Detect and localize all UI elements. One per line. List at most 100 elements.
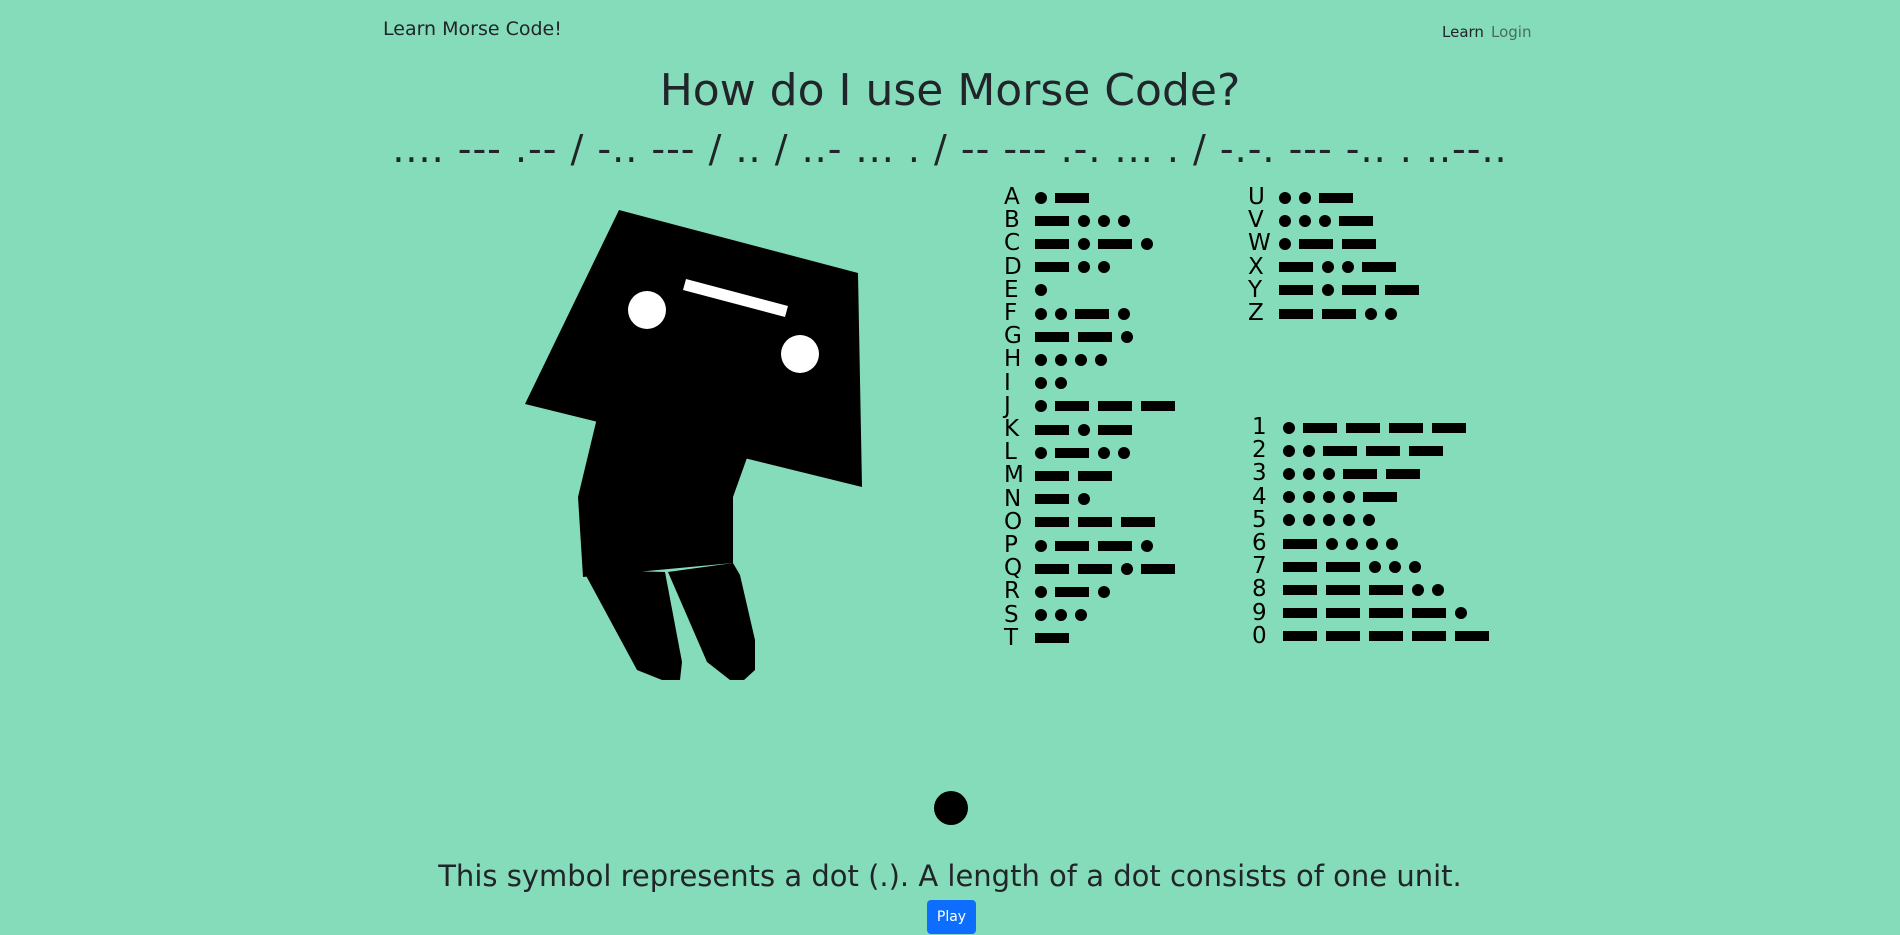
morse-dash [1363,492,1397,503]
morse-char: G [1004,323,1022,350]
morse-code-symbols [1276,261,1402,274]
morse-dash [1299,238,1333,249]
morse-dot [1283,421,1295,434]
morse-row-e: E [1004,276,1052,303]
morse-row-t: T [1004,624,1075,651]
nav-learn-link[interactable]: Learn [1442,23,1484,41]
morse-row-u: U [1248,186,1359,209]
morse-char: J [1004,392,1011,419]
morse-code-symbols [1032,214,1135,227]
morse-dot [1035,191,1047,204]
morse-row-z: Z [1248,302,1402,325]
morse-code-symbols [1032,446,1135,459]
morse-dash [1035,238,1069,249]
morse-code-symbols [1032,307,1135,320]
morse-row-6: 6 [1252,532,1403,555]
morse-dash [1035,517,1069,528]
morse-dot [1279,191,1291,204]
morse-row-9: 9 [1252,601,1472,625]
morse-dot [1035,377,1047,390]
morse-dash [1283,538,1317,549]
morse-dash [1075,308,1109,319]
morse-dot [1323,491,1335,504]
morse-row-8: 8 [1252,578,1449,601]
morse-char: 4 [1252,483,1267,510]
morse-row-b: B [1004,209,1135,232]
morse-dot [1303,514,1315,527]
morse-dot [1365,307,1377,320]
morse-dot [1121,562,1133,575]
mascot-left-eye [628,291,666,329]
morse-dot [1323,467,1335,480]
morse-dot [1322,284,1334,297]
morse-code-symbols [1280,444,1449,457]
morse-dash [1455,631,1489,642]
morse-row-4: 4 [1252,483,1403,510]
morse-char: I [1004,369,1011,396]
page-title-morse: .... --- .-- / -.. --- / .. / ..- ... . … [392,127,1508,171]
page-title: How do I use Morse Code? [659,65,1241,116]
morse-char: W [1248,230,1271,257]
morse-dot [1055,609,1067,622]
morse-row-n: N [1004,485,1095,512]
morse-char: 3 [1252,460,1267,487]
morse-dot [1412,583,1424,596]
morse-dot [1098,261,1110,274]
morse-dot [1455,607,1467,620]
morse-dash [1035,563,1069,574]
morse-dot [1141,237,1153,250]
play-button[interactable]: Play [927,900,976,934]
morse-dot [1118,446,1130,459]
morse-char: 6 [1252,530,1267,556]
morse-dot [1078,423,1090,436]
morse-row-l: L [1004,441,1135,464]
morse-dot [1386,537,1398,550]
morse-dash [1035,424,1069,435]
morse-dash [1326,584,1360,595]
morse-char: E [1004,276,1019,303]
morse-char: T [1004,624,1019,651]
brand-link[interactable]: Learn Morse Code! [383,18,562,40]
morse-char: Z [1248,300,1264,326]
morse-code-symbols [1280,467,1426,480]
morse-dash [1078,563,1112,574]
morse-code-symbols [1032,609,1092,622]
morse-dash [1322,308,1356,319]
morse-dot [1035,353,1047,366]
morse-row-i: I [1004,369,1072,396]
morse-dot [1299,214,1311,227]
morse-dash [1141,563,1175,574]
morse-char: O [1004,508,1023,535]
morse-dash [1369,584,1403,595]
morse-dot [1078,261,1090,274]
morse-dot [1035,585,1047,598]
morse-char: X [1248,253,1264,280]
morse-char: N [1004,485,1022,512]
morse-dot [1098,446,1110,459]
morse-dash [1343,468,1377,479]
morse-dot [1055,353,1067,366]
morse-dash [1035,262,1069,273]
morse-row-w: W [1248,232,1382,255]
morse-row-0: 0 [1252,624,1495,648]
morse-dot [1343,514,1355,527]
morse-dash [1342,238,1376,249]
morse-dot [1035,609,1047,622]
morse-code-symbols [1276,237,1382,250]
morse-row-2: 2 [1252,439,1449,462]
morse-dot [1283,514,1295,527]
morse-row-g: G [1004,325,1138,348]
morse-code-symbols [1032,377,1072,390]
morse-dash [1412,608,1446,619]
morse-dash [1366,445,1400,456]
morse-code-symbols [1032,470,1118,481]
morse-row-7: 7 [1252,555,1426,578]
morse-dash [1035,633,1069,644]
morse-dash [1035,470,1069,481]
nav-login-link[interactable]: Login [1491,23,1531,41]
morse-code-symbols [1032,353,1112,366]
morse-dot [1035,446,1047,459]
morse-char: 1 [1252,414,1267,440]
morse-dash [1121,517,1155,528]
morse-code-symbols [1032,237,1158,250]
